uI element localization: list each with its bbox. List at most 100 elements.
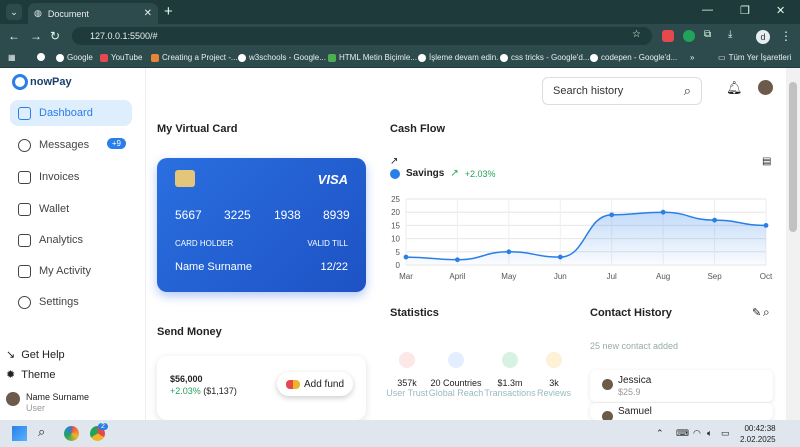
bell-icon[interactable]: 🔔︎ — [726, 80, 743, 96]
sidebar-item-my-activity[interactable]: My Activity — [10, 258, 132, 284]
globe-icon: ◍ — [34, 8, 42, 18]
sidebar-item-dashboard[interactable]: Dashboard — [10, 100, 132, 126]
bookmark-item[interactable]: YouTube — [100, 53, 142, 62]
y-tick-label: 10 — [391, 235, 400, 244]
minimize-button[interactable]: — — [702, 4, 713, 16]
stat-icon — [399, 352, 415, 368]
bookmark-item[interactable]: css tricks - Google'd... — [500, 53, 589, 62]
chip-icon — [175, 170, 195, 187]
download-icon[interactable]: ⤓ — [728, 29, 732, 40]
bookmark-item[interactable]: Creating a Project -... — [151, 53, 238, 62]
scrollbar-thumb[interactable] — [789, 82, 797, 232]
x-tick-label: Aug — [656, 272, 670, 281]
close-window-button[interactable]: ✕ — [776, 4, 785, 17]
forward-icon[interactable]: → — [30, 29, 42, 43]
messages-badge: +9 — [106, 138, 126, 149]
bookmark-label: w3schools - Google... — [249, 53, 326, 62]
extensions-puzzle-icon[interactable]: ⧉ — [704, 29, 711, 40]
get-help-link[interactable]: ↘ Get Help — [6, 348, 65, 362]
tab-search-button[interactable]: ⌄ — [6, 4, 22, 20]
all-bookmarks[interactable]: ▭ Tüm Yer İşaretleri — [718, 53, 791, 62]
sidebar-item-settings[interactable]: Settings — [10, 289, 132, 315]
address-bar-row: ← → ↻ 127.0.0.1:5500/# ☆ ⧉ ⤓ d ⋮ — [0, 24, 800, 48]
menu-dots-icon[interactable]: ⋮ — [780, 29, 792, 43]
add-fund-label: Add fund — [303, 378, 345, 390]
user-name: Name Surname — [26, 392, 90, 402]
page-scrollbar[interactable] — [786, 68, 800, 420]
y-tick-label: 15 — [391, 221, 400, 230]
slack-icon[interactable] — [64, 426, 79, 441]
app-logo[interactable]: nowPay — [12, 74, 72, 90]
sidebar-item-wallet[interactable]: Wallet — [10, 196, 132, 222]
search-icon[interactable]: ⌕ — [38, 424, 53, 439]
x-tick-label: April — [449, 272, 465, 281]
sidebar-item-label: Settings — [39, 296, 79, 308]
visa-logo: VISA — [317, 172, 348, 187]
battery-icon[interactable]: ▭ — [721, 428, 730, 439]
maximize-button[interactable]: ❐ — [740, 4, 750, 17]
url-input[interactable]: 127.0.0.1:5500/# — [72, 27, 652, 45]
wifi-icon[interactable]: ◠ — [693, 428, 701, 439]
add-fund-button[interactable]: Add fund — [277, 372, 353, 396]
clock-date: 2.02.2025 — [740, 435, 776, 444]
contact-item[interactable]: Samuel — [590, 403, 773, 422]
bookmark-item[interactable]: w3schools - Google... — [238, 53, 326, 62]
header-avatar[interactable] — [758, 80, 773, 95]
search-input[interactable]: Search history ⌕ — [542, 77, 702, 105]
stat-label: Global Reach — [428, 388, 484, 398]
bookmark-item[interactable]: codepen - Google'd... — [590, 53, 677, 62]
keyboard-icon[interactable]: ⌨ — [676, 428, 689, 439]
all-bookmarks-label: Tüm Yer İşaretleri — [728, 53, 792, 62]
profile-avatar[interactable]: d — [756, 30, 770, 44]
sidebar-item-invoices[interactable]: Invoices — [10, 164, 132, 190]
bookmark-label: YouTube — [111, 53, 143, 62]
close-tab-icon[interactable]: ✕ — [144, 8, 152, 19]
apps-grid-icon[interactable]: ▦ — [8, 53, 16, 62]
savings-legend-icon — [390, 168, 400, 179]
volume-icon[interactable]: 🔈︎ — [707, 428, 712, 439]
bookmark-label: İşleme devam edin. — [429, 53, 499, 62]
sun-icon: ✹ — [6, 369, 16, 381]
logo-icon — [12, 74, 28, 90]
bookmark-item[interactable]: Google — [56, 53, 93, 62]
extension-icon[interactable] — [683, 30, 695, 42]
y-tick-label: 25 — [391, 195, 400, 204]
bookmark-item[interactable] — [37, 53, 45, 61]
system-clock[interactable]: 00:42:38 2.02.2025 — [740, 423, 776, 445]
virtual-card[interactable]: VISA 5667 3225 1938 8939 CARD HOLDER VAL… — [157, 158, 366, 292]
data-point — [506, 249, 512, 255]
google-icon — [56, 53, 64, 62]
bookmark-star-icon[interactable]: ☆ — [632, 29, 641, 40]
search-icon[interactable]: ⌕ — [763, 305, 770, 320]
chart-icon[interactable]: ▤ — [762, 156, 771, 167]
bookmarks-overflow[interactable]: » — [690, 53, 694, 62]
help-icon: ↘ — [6, 349, 16, 361]
stat-value: 20 Countries — [430, 378, 482, 388]
sidebar-item-messages[interactable]: Messages +9 — [10, 132, 132, 158]
edit-icon[interactable]: ✎ — [752, 306, 761, 319]
google-icon — [590, 53, 598, 62]
search-icon: ⌕ — [683, 83, 691, 98]
windows-start-icon[interactable] — [12, 426, 27, 441]
sidebar-item-analytics[interactable]: Analytics — [10, 227, 132, 253]
back-icon[interactable]: ← — [8, 29, 20, 43]
new-tab-button[interactable]: + — [164, 3, 173, 20]
mastercard-icon — [285, 379, 300, 389]
chevron-up-icon[interactable]: ⌃ — [656, 428, 664, 439]
card-number-group: 1938 — [274, 208, 301, 222]
bookmark-item[interactable]: HTML Metin Biçimle... — [328, 53, 417, 62]
browser-tab[interactable]: ◍ Document ✕ — [28, 3, 158, 24]
x-tick-label: May — [501, 272, 516, 281]
user-profile[interactable]: Name Surname User — [6, 392, 89, 414]
contact-item[interactable]: Jessica $25.9 — [590, 370, 773, 402]
y-tick-label: 20 — [391, 208, 400, 217]
theme-toggle[interactable]: ✹ Theme — [6, 368, 55, 382]
sidebar-item-label: Wallet — [39, 203, 70, 215]
reload-icon[interactable]: ↻ — [50, 29, 60, 43]
activity-icon — [18, 264, 31, 278]
data-point — [763, 223, 769, 228]
flag-icon — [448, 352, 464, 368]
extension-icon[interactable] — [662, 30, 674, 42]
bookmark-item[interactable]: İşleme devam edin. — [418, 53, 498, 62]
trend-up-icon: ↗ — [450, 168, 459, 179]
